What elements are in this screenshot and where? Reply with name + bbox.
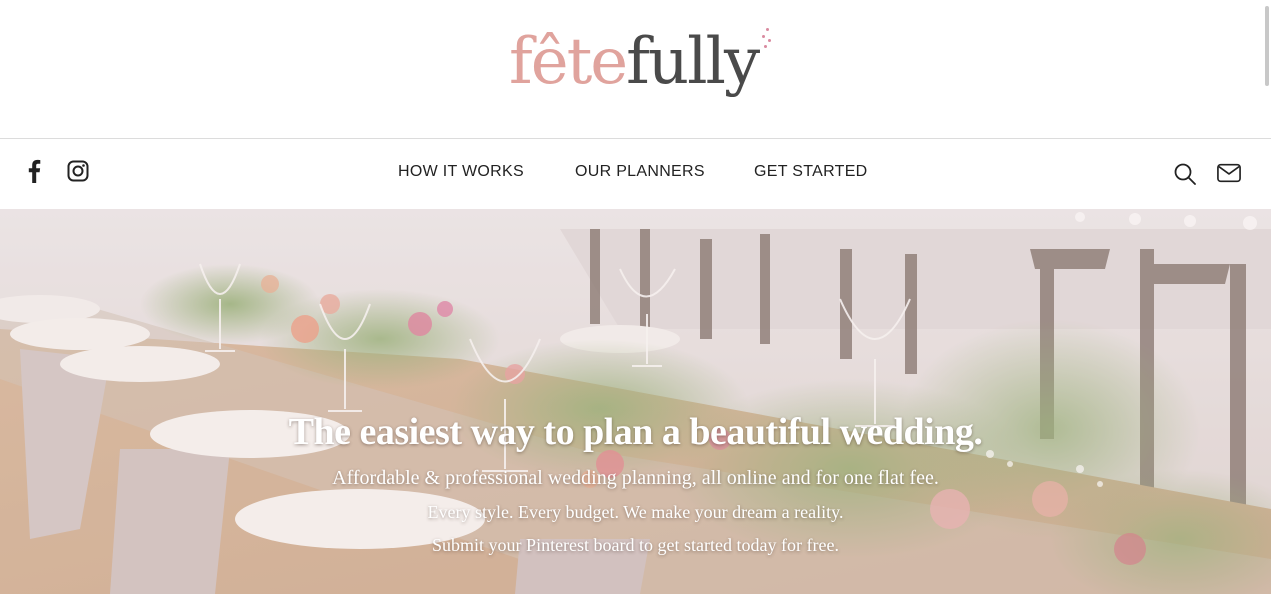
hero-subtitle-line-1: Affordable & professional wedding planni… <box>332 467 939 489</box>
facebook-icon[interactable] <box>22 159 46 183</box>
logo-sparkle-icon <box>760 28 772 50</box>
nav-how-it-works[interactable]: HOW IT WORKS <box>398 163 524 181</box>
instagram-icon[interactable] <box>66 159 90 183</box>
search-icon[interactable] <box>1173 162 1197 186</box>
logo-header: fêtefully <box>0 0 1271 138</box>
site-logo[interactable]: fêtefully <box>509 22 760 102</box>
hero-subtitle-line-2: Every style. Every budget. We make your … <box>427 502 844 522</box>
main-navigation: HOW IT WORKS OUR PLANNERS GET STARTED <box>0 139 1271 209</box>
nav-our-planners[interactable]: OUR PLANNERS <box>575 163 705 181</box>
scrollbar-thumb[interactable] <box>1265 6 1269 86</box>
mail-icon[interactable] <box>1217 161 1241 185</box>
logo-text-fete: fête <box>509 25 628 99</box>
page-scrollbar[interactable] <box>1263 0 1271 594</box>
logo-text-fully: fully <box>626 25 760 99</box>
nav-get-started[interactable]: GET STARTED <box>754 163 868 181</box>
hero-subtitle-line-3: Submit your Pinterest board to get start… <box>432 535 839 555</box>
hero-section: The easiest way to plan a beautiful wedd… <box>0 209 1271 594</box>
hero-headline: The easiest way to plan a beautiful wedd… <box>288 411 983 453</box>
